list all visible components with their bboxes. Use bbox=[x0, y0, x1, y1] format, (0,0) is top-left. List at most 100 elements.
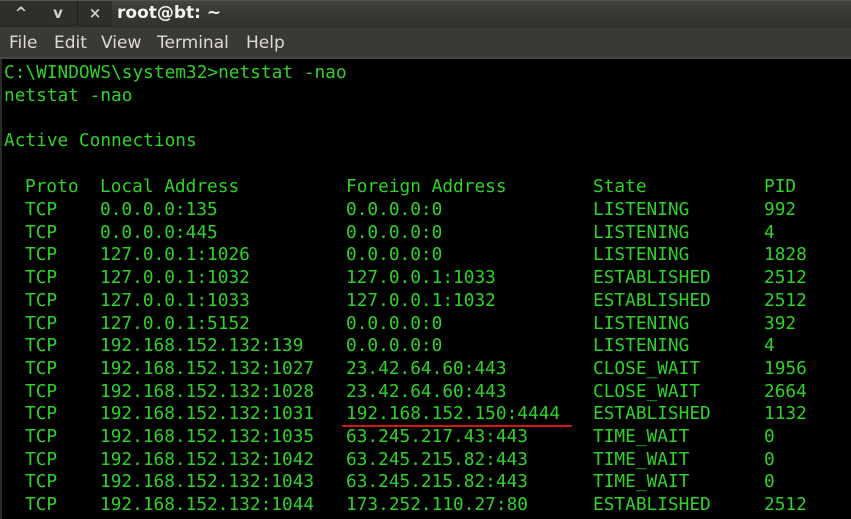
cell-proto: TCP bbox=[25, 494, 58, 516]
cell-pid: 1132 bbox=[764, 403, 807, 425]
cell-pid: 4 bbox=[764, 335, 775, 357]
header-proto: Proto bbox=[25, 176, 79, 197]
cell-foreign-address: 0.0.0.0:0 bbox=[346, 335, 443, 357]
table-row: TCP 127.0.0.1:1033 127.0.0.1:1032 ESTABLISH… bbox=[4, 290, 851, 312]
cell-proto: TCP bbox=[25, 357, 58, 379]
cell-local-address: 192.168.152.132:139 bbox=[100, 335, 304, 357]
cell-state: ESTABLISHED bbox=[593, 267, 711, 289]
table-row: TCP 192.168.152.132:1027 23.42.64.60:443 CL… bbox=[4, 358, 851, 380]
chevron-down-icon: v bbox=[53, 4, 63, 22]
section-title: Active Connections bbox=[4, 130, 197, 151]
menu-file[interactable]: File bbox=[9, 33, 37, 53]
cell-foreign-address: 0.0.0.0:0 bbox=[346, 199, 443, 220]
cell-pid: 2512 bbox=[764, 289, 807, 311]
chevron-up-icon: ^ bbox=[14, 4, 28, 22]
table-row: TCP 192.168.152.132:1035 63.245.217.43:443… bbox=[4, 426, 851, 448]
cell-local-address: 127.0.0.1:1026 bbox=[100, 244, 250, 266]
cell-proto: TCP bbox=[25, 244, 58, 266]
window-controls: ^ v × bbox=[0, 1, 112, 26]
table-row: TCP 127.0.0.1:1026 0.0.0.0:0 LISTENING 1828 bbox=[4, 244, 851, 266]
cell-pid: 992 bbox=[764, 199, 797, 220]
cell-proto: TCP bbox=[25, 471, 58, 493]
table-row: TCP 192.168.152.132:1044 173.252.110.27:80… bbox=[4, 494, 851, 516]
header-state: State bbox=[593, 176, 647, 197]
maximize-button[interactable]: v bbox=[45, 3, 71, 23]
cell-local-address: 127.0.0.1:5152 bbox=[100, 312, 250, 334]
table-header: Proto Local Address Foreign Address Stat… bbox=[4, 176, 851, 198]
close-icon: × bbox=[88, 4, 102, 22]
cell-foreign-address: 23.42.64.60:443 bbox=[346, 357, 507, 379]
cell-state: TIME_WAIT bbox=[593, 471, 690, 493]
cell-foreign-address: 63.245.217.43:443 bbox=[346, 426, 528, 447]
cell-proto: TCP bbox=[25, 380, 58, 402]
cell-local-address: 192.168.152.132:1044 bbox=[100, 494, 315, 516]
cell-pid: 0 bbox=[764, 471, 775, 493]
cell-state: ESTABLISHED bbox=[593, 403, 711, 425]
table-row: TCP 192.168.152.132:1028 23.42.64.60:443 CL… bbox=[4, 381, 851, 403]
window-title: root@bt: ~ bbox=[117, 3, 222, 23]
minimize-button[interactable]: ^ bbox=[8, 3, 34, 23]
cell-pid: 1956 bbox=[764, 357, 807, 379]
menu-view[interactable]: View bbox=[101, 33, 141, 53]
table-row: TCP 127.0.0.1:5152 0.0.0.0:0 LISTENING 392 bbox=[4, 313, 851, 335]
menu-terminal[interactable]: Terminal bbox=[157, 33, 229, 53]
cell-proto: TCP bbox=[25, 448, 58, 470]
cell-state: TIME_WAIT bbox=[593, 426, 690, 447]
table-row: TCP 0.0.0.0:445 0.0.0.0:0 LISTENING 4 bbox=[4, 222, 851, 244]
cell-pid: 0 bbox=[764, 426, 775, 447]
cell-proto: TCP bbox=[25, 221, 58, 243]
cell-pid: 0 bbox=[764, 448, 775, 470]
cell-state: ESTABLISHED bbox=[593, 494, 711, 516]
cell-state: CLOSE_WAIT bbox=[593, 380, 701, 402]
menubar: File Edit View Terminal Help bbox=[0, 28, 851, 59]
table-row: TCP 192.168.152.132:139 0.0.0.0:0 LISTENING… bbox=[4, 335, 851, 357]
cell-local-address: 192.168.152.132:1042 bbox=[100, 448, 315, 470]
header-foreign-address: Foreign Address bbox=[346, 176, 507, 197]
cell-state: ESTABLISHED bbox=[593, 289, 711, 311]
cell-local-address: 127.0.0.1:1033 bbox=[100, 289, 250, 311]
cell-foreign-address: 23.42.64.60:443 bbox=[346, 380, 507, 402]
cell-pid: 2512 bbox=[764, 494, 807, 516]
prompt-line: C:\WINDOWS\system32>netstat -nao bbox=[4, 62, 347, 83]
menu-edit[interactable]: Edit bbox=[54, 33, 87, 53]
cell-local-address: 192.168.152.132:1035 bbox=[100, 426, 315, 447]
cell-foreign-address: 127.0.0.1:1032 bbox=[346, 289, 496, 311]
cell-foreign-address: 63.245.215.82:443 bbox=[346, 471, 528, 493]
cell-proto: TCP bbox=[25, 199, 58, 220]
cell-proto: TCP bbox=[25, 335, 58, 357]
table-row: TCP 127.0.0.1:1032 127.0.0.1:1033 ESTABLISH… bbox=[4, 267, 851, 289]
terminal-output[interactable]: C:\WINDOWS\system32>netstat -nao netstat… bbox=[0, 59, 851, 519]
cell-proto: TCP bbox=[25, 267, 58, 289]
close-button[interactable]: × bbox=[82, 3, 108, 23]
cell-local-address: 192.168.152.132:1043 bbox=[100, 471, 315, 493]
cell-pid: 1828 bbox=[764, 244, 807, 266]
cell-foreign-address: 0.0.0.0:0 bbox=[346, 312, 443, 334]
cell-state: TIME_WAIT bbox=[593, 448, 690, 470]
header-pid: PID bbox=[764, 176, 797, 197]
cell-local-address: 127.0.0.1:1032 bbox=[100, 267, 250, 289]
cell-pid: 4 bbox=[764, 221, 775, 243]
menu-help[interactable]: Help bbox=[246, 33, 285, 53]
cell-pid: 392 bbox=[764, 312, 797, 334]
cell-foreign-address: 127.0.0.1:1033 bbox=[346, 267, 496, 289]
controls-divider bbox=[77, 1, 78, 25]
cell-state: LISTENING bbox=[593, 312, 690, 334]
cell-local-address: 192.168.152.132:1028 bbox=[100, 380, 315, 402]
cell-state: CLOSE_WAIT bbox=[593, 357, 701, 379]
window-titlebar[interactable]: ^ v × root@bt: ~ bbox=[0, 0, 851, 28]
cell-foreign-address: 0.0.0.0:0 bbox=[346, 244, 443, 266]
cell-foreign-address: 173.252.110.27:80 bbox=[346, 494, 528, 516]
cell-state: LISTENING bbox=[593, 199, 690, 220]
cell-proto: TCP bbox=[25, 426, 58, 447]
table-row: TCP 192.168.152.132:1043 63.245.215.82:443… bbox=[4, 471, 851, 493]
cell-foreign-address: 192.168.152.150:4444 bbox=[346, 403, 561, 425]
cell-local-address: 0.0.0.0:445 bbox=[100, 221, 218, 243]
cell-state: LISTENING bbox=[593, 221, 690, 243]
table-row: TCP 192.168.152.132:1042 63.245.215.82:443… bbox=[4, 449, 851, 471]
cell-local-address: 192.168.152.132:1031 bbox=[100, 403, 315, 425]
cell-foreign-address: 0.0.0.0:0 bbox=[346, 221, 443, 243]
cell-state: LISTENING bbox=[593, 335, 690, 357]
cell-local-address: 192.168.152.132:1027 bbox=[100, 357, 315, 379]
cell-pid: 2664 bbox=[764, 380, 807, 402]
cell-proto: TCP bbox=[25, 403, 58, 425]
